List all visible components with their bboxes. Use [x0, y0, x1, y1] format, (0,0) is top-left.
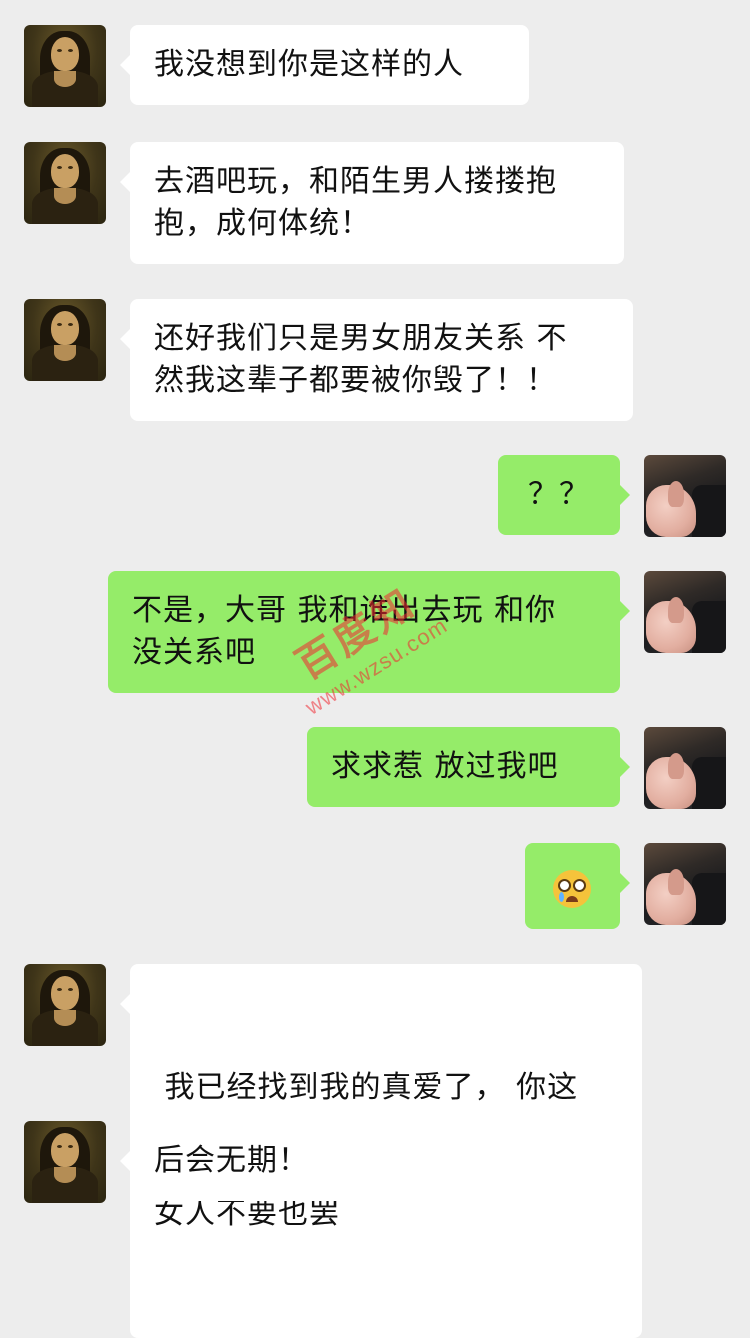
- message-text: 没关系吧: [132, 635, 256, 670]
- message-text: ？？: [528, 477, 590, 512]
- message-text: 求求惹 放过我吧: [331, 749, 559, 784]
- contact-avatar[interactable]: [24, 142, 106, 224]
- user-avatar[interactable]: [644, 843, 726, 925]
- user-avatar[interactable]: [644, 455, 726, 537]
- message-text: 我没想到你是这样的人: [154, 47, 464, 82]
- crying-with-glasses-emoji-icon: [553, 869, 591, 908]
- contact-avatar[interactable]: [24, 1121, 106, 1203]
- message-bubble[interactable]: [525, 843, 630, 929]
- message-bubble[interactable]: 我没想到你是这样的人: [120, 25, 529, 105]
- message-text: 然我这辈子都要被你毁了！！: [154, 363, 557, 398]
- message-text: 后会无期！: [154, 1143, 309, 1178]
- message-text: 抱，成何体统！: [154, 206, 371, 241]
- user-avatar[interactable]: [644, 571, 726, 653]
- message-bubble[interactable]: 后会无期！: [120, 1121, 355, 1201]
- message-bubble[interactable]: 去酒吧玩，和陌生男人搂搂抱 抱，成何体统！: [120, 142, 624, 264]
- user-avatar[interactable]: [644, 727, 726, 809]
- message-text: 我已经找到我的真爱了， 你这: [154, 1070, 579, 1105]
- message-bubble[interactable]: 不是，大哥 我和谁出去玩 和你 没关系吧: [108, 571, 630, 693]
- message-bubble[interactable]: 还好我们只是男女朋友关系 不 然我这辈子都要被你毁了！！: [120, 299, 633, 421]
- chat-window: 我没想到你是这样的人 去酒吧玩，和陌生男人搂搂抱 抱，成何体统！ 还好我们只是男…: [0, 0, 750, 1338]
- message-bubble[interactable]: 求求惹 放过我吧: [307, 727, 630, 807]
- contact-avatar[interactable]: [24, 964, 106, 1046]
- message-text: 不是，大哥 我和谁出去玩 和你: [132, 593, 557, 628]
- contact-avatar[interactable]: [24, 299, 106, 381]
- contact-avatar[interactable]: [24, 25, 106, 107]
- message-text: 去酒吧玩，和陌生男人搂搂抱: [154, 164, 557, 199]
- message-text: 还好我们只是男女朋友关系 不: [154, 321, 568, 356]
- message-bubble[interactable]: ？？: [498, 455, 630, 535]
